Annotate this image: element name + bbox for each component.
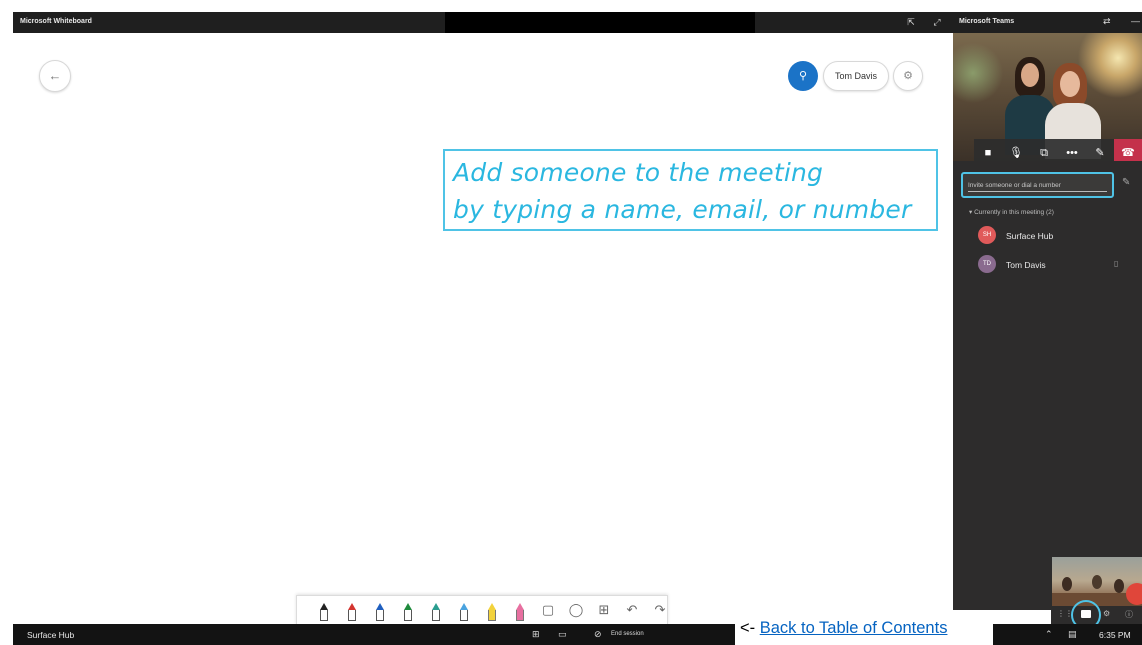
teams-window: Microsoft Teams ⇄ — ■ 🎙 ⧉ ••• ✎ ☎ ✎ ▾ Cu…	[953, 12, 1142, 610]
participant-row[interactable]: SH Surface Hub	[978, 226, 1128, 246]
hang-up-icon[interactable]: ☎	[1114, 139, 1142, 161]
teams-titlebar: Microsoft Teams ⇄ —	[953, 12, 1142, 33]
video-person-face	[1021, 63, 1039, 87]
participants-section-label[interactable]: ▾ Currently in this meeting (2)	[969, 208, 1054, 216]
window-title: Microsoft Whiteboard	[20, 18, 92, 25]
video-person	[1114, 579, 1124, 593]
participant-name: Tom Davis	[1006, 260, 1046, 270]
pen-black-tool[interactable]	[313, 599, 335, 624]
lasso-icon: ◯	[568, 602, 584, 617]
pen-icon	[460, 603, 468, 621]
windows-icon[interactable]: ⊞	[532, 629, 540, 640]
pen-icon	[516, 603, 524, 621]
video-object	[1126, 583, 1142, 605]
highlighter-pink-tool[interactable]	[509, 599, 531, 624]
notification-icon[interactable]: ▤	[1068, 629, 1077, 640]
person-icon: ⚲	[798, 70, 808, 82]
toc-prefix: <-	[740, 619, 760, 637]
more-icon[interactable]: •••	[1058, 139, 1086, 161]
edit-icon[interactable]: ✎	[1122, 177, 1130, 188]
mic-icon: ▯	[1114, 259, 1119, 268]
whiteboard-icon[interactable]: ✎	[1086, 139, 1114, 161]
host-name: Surface Hub	[27, 630, 75, 640]
whiteboard-titlebar: Microsoft Whiteboard ⇱ ⤢	[13, 12, 953, 33]
pen-icon	[404, 603, 412, 621]
end-session-icon[interactable]: ⊘	[594, 629, 602, 640]
mic-icon[interactable]: 🎙	[1002, 139, 1030, 161]
pen-teal-tool[interactable]	[425, 599, 447, 624]
task-view-icon[interactable]: ▭	[558, 629, 567, 640]
insert-icon: ⊞	[598, 602, 610, 617]
self-video-preview	[1052, 557, 1142, 610]
eraser-icon: ▢	[541, 602, 555, 617]
share-screen-icon[interactable]: ⧉	[1030, 139, 1058, 161]
invite-input[interactable]	[968, 180, 1107, 192]
gear-icon: ⚙	[903, 70, 913, 82]
undo-icon: ↶	[626, 602, 638, 617]
highlighter-yellow-tool[interactable]	[481, 599, 503, 624]
pen-red-tool[interactable]	[341, 599, 363, 624]
fullscreen-icon[interactable]: ⤢	[931, 16, 943, 28]
user-name-pill[interactable]: Tom Davis	[823, 61, 889, 91]
meeting-video: ■ 🎙 ⧉ ••• ✎ ☎	[953, 33, 1142, 161]
chevron-down-icon: ▾	[969, 209, 973, 216]
pen-blue-tool[interactable]	[369, 599, 391, 624]
back-button[interactable]: ←	[39, 60, 71, 92]
pen-icon	[488, 603, 496, 621]
participant-row[interactable]: TD Tom Davis ▯	[978, 255, 1128, 275]
pen-icon	[376, 603, 384, 621]
teams-window-title: Microsoft Teams	[959, 18, 1015, 25]
invite-box	[961, 172, 1114, 198]
end-session-button[interactable]: End session	[611, 631, 644, 637]
callout-line-1: Add someone to the meeting	[453, 158, 824, 187]
user-avatar[interactable]: ⚲	[788, 61, 818, 91]
call-controls: ■ 🎙 ⧉ ••• ✎ ☎	[974, 139, 1142, 161]
arrow-left-icon: ←	[48, 68, 62, 83]
titlebar-divider	[445, 12, 755, 33]
share-icon	[1081, 610, 1091, 618]
video-icon[interactable]: ■	[974, 139, 1002, 161]
whiteboard-window: Microsoft Whiteboard ⇱ ⤢ ← ⚲ Tom Davis ⚙…	[13, 12, 953, 625]
pen-lightblue-tool[interactable]	[453, 599, 475, 624]
popout-icon[interactable]: ⇄	[1103, 16, 1111, 27]
restore-icon[interactable]: ⇱	[905, 16, 917, 28]
eraser-button[interactable]: ▢	[537, 599, 559, 624]
undo-button[interactable]: ↶	[621, 599, 643, 624]
video-person-face	[1060, 71, 1080, 97]
instruction-callout: Add someone to the meeting by typing a n…	[443, 149, 938, 231]
lasso-button[interactable]: ◯	[565, 599, 587, 624]
callout-line-2: by typing a name, email, or number	[453, 195, 912, 224]
back-to-toc: <- Back to Table of Contents	[735, 610, 993, 645]
pen-icon	[348, 603, 356, 621]
avatar: TD	[978, 255, 996, 273]
clock: 6:35 PM	[1099, 630, 1131, 640]
video-person	[1062, 577, 1072, 591]
video-person	[1092, 575, 1102, 589]
info-icon[interactable]: ⓘ	[1125, 609, 1133, 620]
settings-button[interactable]: ⚙	[893, 61, 923, 91]
insert-button[interactable]: ⊞	[593, 599, 615, 624]
pen-icon	[432, 603, 440, 621]
redo-icon: ↷	[654, 602, 666, 617]
minimize-icon[interactable]: —	[1131, 16, 1140, 26]
chevron-up-icon[interactable]: ⌃	[1045, 629, 1053, 640]
avatar: SH	[978, 226, 996, 244]
gear-icon[interactable]: ⚙	[1103, 609, 1110, 618]
participant-name: Surface Hub	[1006, 231, 1054, 241]
pen-icon	[320, 603, 328, 621]
toc-link[interactable]: Back to Table of Contents	[760, 619, 948, 637]
redo-button[interactable]: ↷	[649, 599, 671, 624]
pen-green-tool[interactable]	[397, 599, 419, 624]
ink-toolbar: ▢ ◯ ⊞ ↶ ↷	[296, 595, 668, 625]
